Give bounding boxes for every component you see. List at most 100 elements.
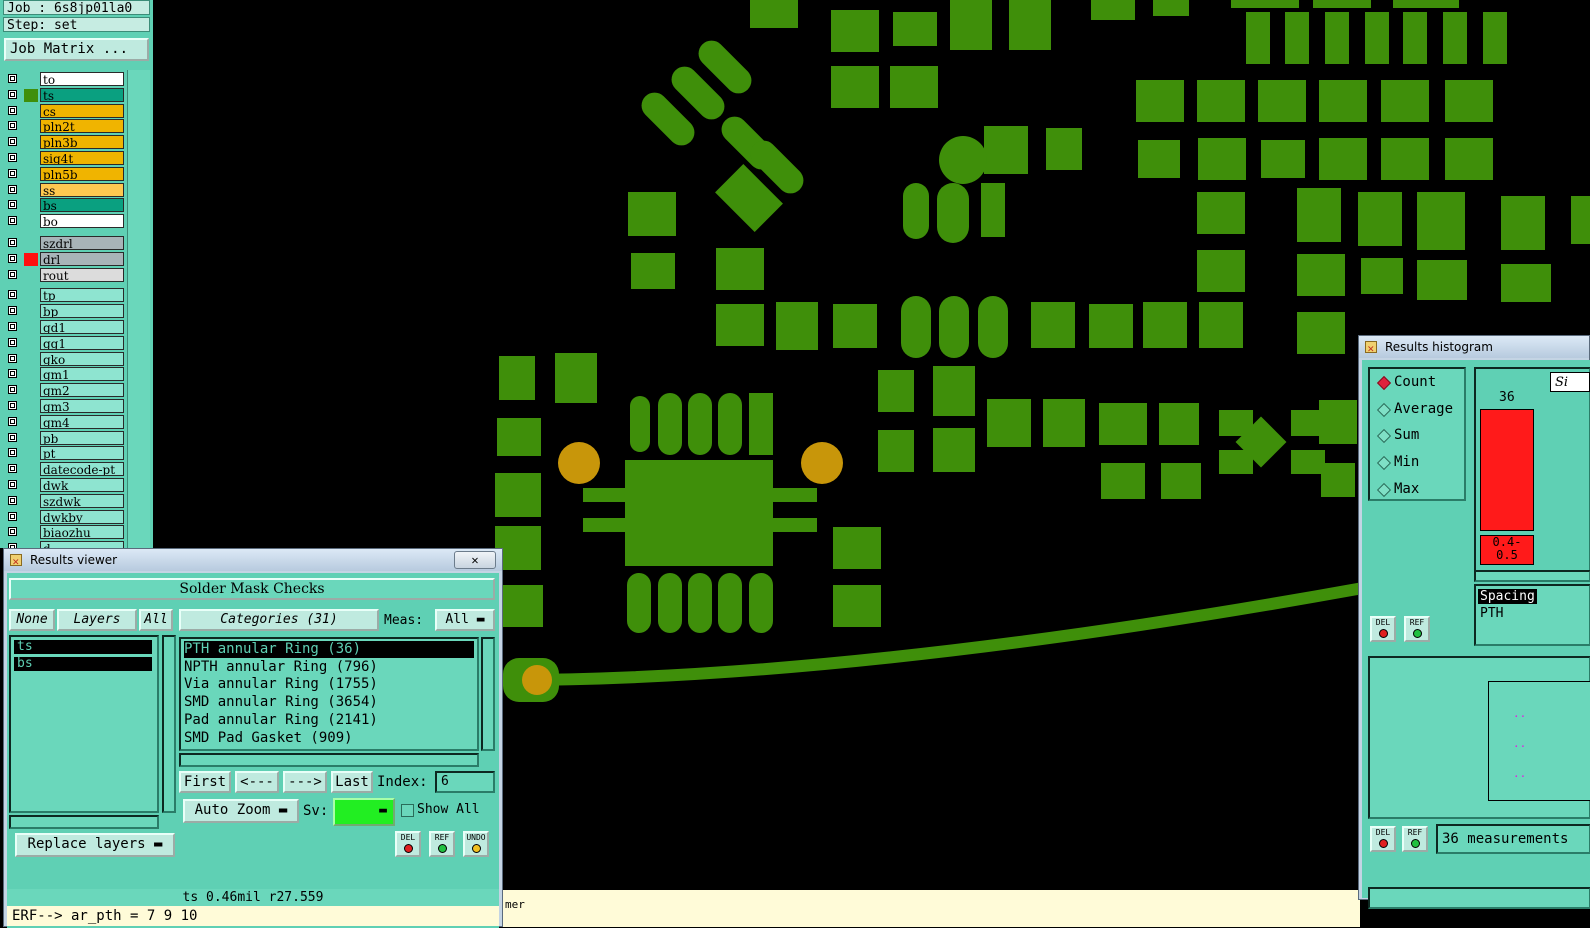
categories-button[interactable]: Categories (31) [179,609,379,631]
layer-name[interactable]: biaozhu [40,525,124,540]
layer-name[interactable]: drl [40,251,124,266]
layer-checkbox[interactable] [8,216,17,226]
layer-row-sig4t[interactable]: sig4t [4,151,124,166]
layer-checkbox[interactable] [8,74,17,83]
layer-checkbox[interactable] [8,401,17,410]
layer-row-datecode-pt[interactable]: datecode-pt [4,462,124,477]
category-item[interactable]: Pad annular Ring (2141) [184,712,378,729]
layer-checkbox[interactable] [8,121,17,131]
layer-name[interactable]: bp [40,304,124,319]
histogram-list[interactable]: Spacing PTH [1474,584,1590,646]
histogram-hscrollbar[interactable] [1474,570,1590,582]
layer-name[interactable]: cs [40,103,124,118]
layer-name[interactable]: pb [40,430,124,445]
layer-name[interactable]: d [40,541,124,548]
layer-row-d[interactable]: d [4,541,124,548]
layer-list-scrollbar[interactable] [127,70,150,548]
refresh-icon[interactable]: REF [1402,826,1428,852]
layer-checkbox[interactable] [8,464,17,474]
layer-checkbox[interactable] [8,306,17,316]
layer-name[interactable]: sig4t [40,151,124,165]
category-item[interactable]: SMD Pad Gasket (909) [184,730,353,747]
mode-radio-count[interactable]: Count [1376,374,1436,390]
layer-checkbox[interactable] [8,416,17,426]
layer-name[interactable]: bs [40,198,124,213]
layer-row-szdrl[interactable]: szdrl [4,236,124,251]
refresh-icon[interactable]: REF [429,831,455,857]
layer-row-gm1[interactable]: gm1 [4,367,124,382]
layer-name[interactable]: tp [40,288,124,303]
layer-checkbox[interactable] [8,89,17,99]
delete-icon[interactable]: DEL [1370,616,1396,642]
layers-list-hscrollbar[interactable] [9,815,159,829]
prev-button[interactable]: <--- [235,771,279,793]
layer-name[interactable]: gd1 [40,320,124,334]
layer-row-gm4[interactable]: gm4 [4,414,124,430]
layer-checkbox[interactable] [8,238,17,247]
histogram-bar[interactable] [1480,409,1534,531]
layer-row-szdwk[interactable]: szdwk [4,493,124,509]
layer-row-pb[interactable]: pb [4,430,124,446]
layer-name[interactable]: dwk [40,478,124,492]
layer-checkbox[interactable] [8,253,17,263]
layer-name[interactable]: bo [40,214,124,229]
layer-row-ts[interactable]: ts [4,87,124,103]
layer-checkbox[interactable] [8,153,17,162]
layer-checkbox[interactable] [8,200,17,210]
refresh-icon[interactable]: REF [1404,616,1430,642]
layer-row-bo[interactable]: bo [4,214,124,229]
layer-checkbox[interactable] [8,495,17,505]
meas-dropdown[interactable]: All ▬ [435,609,495,631]
sv-color-dropdown[interactable]: ▬ [333,798,395,826]
layer-row-bp[interactable]: bp [4,304,124,319]
layer-checkbox[interactable] [8,168,17,178]
layer-checkbox[interactable] [8,337,17,347]
list-item[interactable]: ts [14,640,152,654]
layer-row-gg1[interactable]: gg1 [4,335,124,351]
layer-checkbox[interactable] [8,184,17,194]
layer-row-drl[interactable]: drl [4,251,124,267]
layer-name[interactable]: szdwk [40,493,124,508]
layer-row-pt[interactable]: pt [4,446,124,461]
list-item[interactable]: PTH [1480,606,1503,621]
layer-name[interactable]: ss [40,182,124,197]
layer-row-pln2t[interactable]: pln2t [4,119,124,134]
layers-button[interactable]: Layers [57,609,137,631]
layer-checkbox[interactable] [8,137,17,147]
mode-radio-average[interactable]: Average [1376,401,1453,417]
layer-row-ss[interactable]: ss [4,182,124,198]
layer-checkbox[interactable] [8,322,17,331]
layer-name[interactable]: gm2 [40,383,124,398]
replace-layers-dropdown[interactable]: Replace layers ▬ [15,833,175,857]
layer-name[interactable]: datecode-pt [40,462,124,477]
first-button[interactable]: First [179,771,231,793]
category-item[interactable]: NPTH annular Ring (796) [184,659,378,676]
layer-checkbox[interactable] [8,369,17,379]
next-button[interactable]: ---> [283,771,327,793]
layer-row-gm2[interactable]: gm2 [4,383,124,398]
layer-row-pln5b[interactable]: pln5b [4,166,124,182]
layer-row-gd1[interactable]: gd1 [4,320,124,335]
layer-checkbox[interactable] [8,385,17,395]
layer-name[interactable]: gg1 [40,335,124,350]
list-item[interactable]: Spacing [1478,589,1537,604]
layer-row-biaozhu[interactable]: biaozhu [4,525,124,540]
layer-name[interactable]: szdrl [40,236,124,250]
categories-scrollbar[interactable] [481,637,495,751]
layer-row-gko[interactable]: gko [4,351,124,367]
layer-row-rout[interactable]: rout [4,267,124,283]
show-all-checkbox[interactable] [401,804,414,817]
layer-checkbox[interactable] [8,448,17,458]
layer-checkbox[interactable] [8,527,17,537]
layer-name[interactable]: rout [40,267,124,282]
category-item[interactable]: SMD annular Ring (3654) [184,694,378,711]
mode-radio-max[interactable]: Max [1376,481,1419,497]
layer-name[interactable]: pln2t [40,119,124,134]
layer-checkbox[interactable] [8,480,17,489]
mode-radio-min[interactable]: Min [1376,454,1419,470]
mode-radio-sum[interactable]: Sum [1376,427,1419,443]
layer-name[interactable]: gko [40,351,124,366]
layer-checkbox[interactable] [8,269,17,279]
index-input[interactable]: 6 [435,771,495,793]
layers-list-scrollbar[interactable] [162,635,176,813]
